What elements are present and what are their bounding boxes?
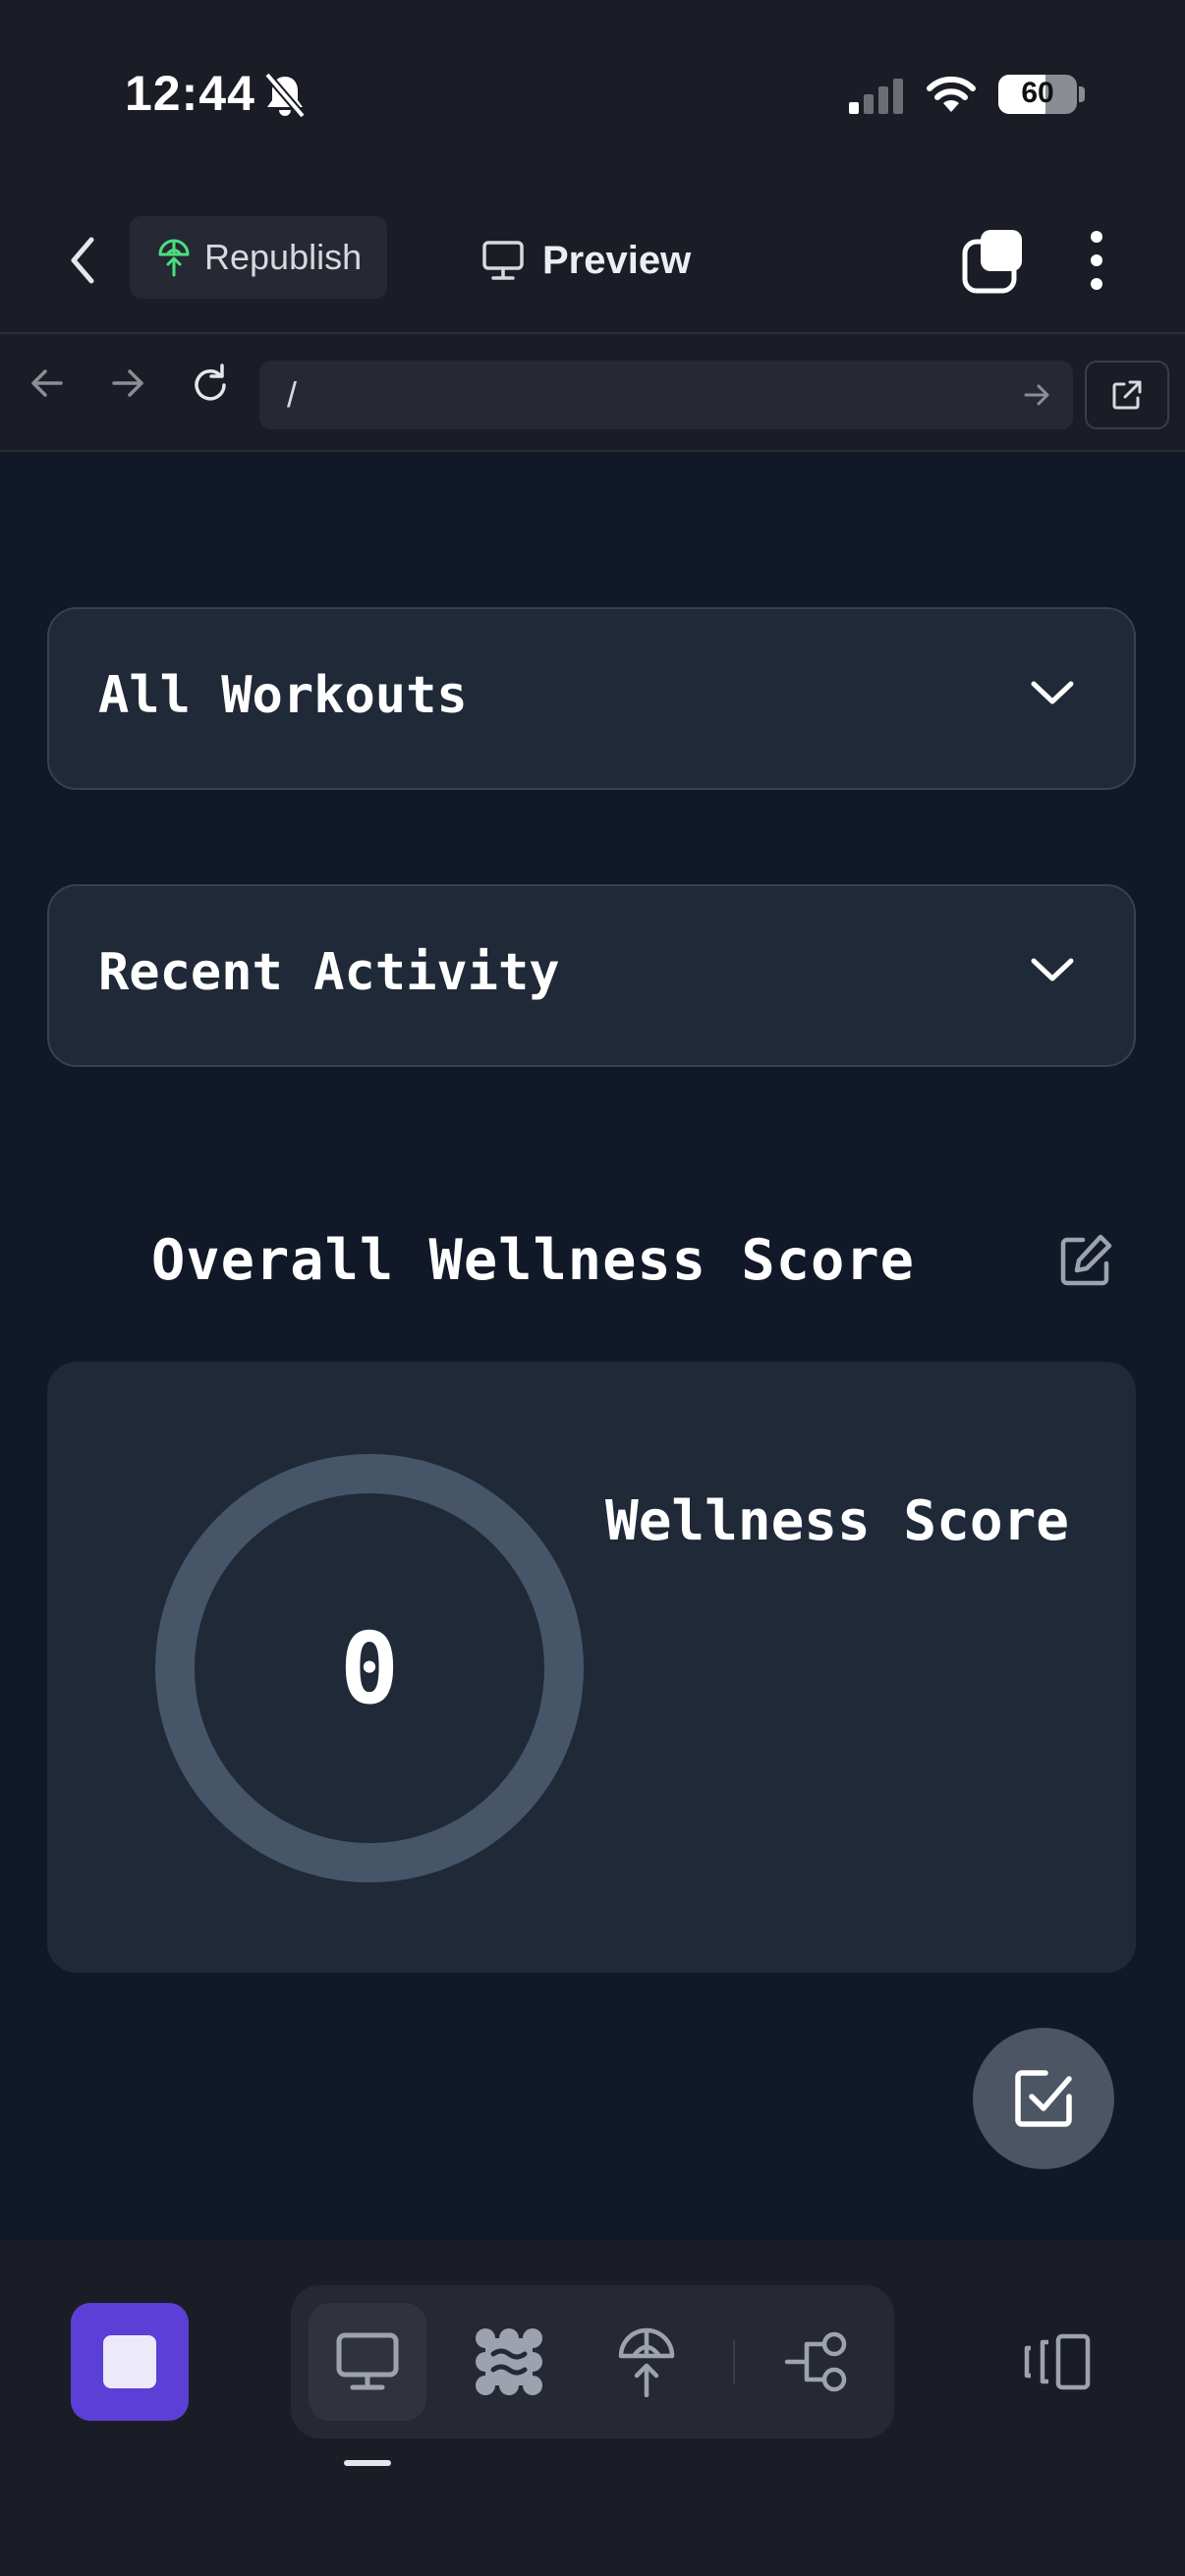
open-external-button[interactable]	[1085, 361, 1169, 429]
status-time: 12:44	[125, 66, 255, 121]
all-workouts-dropdown[interactable]: All Workouts	[47, 607, 1136, 790]
monitor-icon	[482, 241, 524, 280]
wellness-score-card: 0 Wellness Score	[47, 1362, 1136, 1973]
url-path: /	[287, 374, 298, 415]
reload-icon[interactable]	[189, 364, 232, 407]
battery-nub	[1079, 86, 1085, 102]
active-mode-indicator	[344, 2460, 391, 2466]
arrow-right-icon[interactable]	[108, 364, 147, 403]
dropdown-label: All Workouts	[98, 666, 468, 725]
flow-icon	[784, 2331, 847, 2392]
tabs-icon[interactable]	[961, 226, 1026, 295]
assets-icon	[476, 2328, 542, 2395]
app-preview: All Workouts Recent Activity Overall Wel…	[0, 452, 1185, 2240]
back-chevron-icon	[71, 237, 94, 284]
desktop-icon	[336, 2332, 399, 2390]
battery-level: 60	[1021, 77, 1054, 109]
arrow-left-icon[interactable]	[28, 364, 67, 403]
preview-label: Preview	[542, 238, 692, 282]
republish-button[interactable]: Republish	[130, 216, 387, 299]
mode-divider	[733, 2340, 735, 2383]
wifi-icon	[927, 76, 976, 112]
republish-icon	[158, 239, 190, 277]
more-vertical-icon	[1091, 231, 1102, 290]
edit-icon[interactable]	[1057, 1232, 1114, 1289]
device-toggle-button[interactable]	[1014, 2303, 1099, 2421]
back-button[interactable]	[57, 226, 108, 295]
recent-activity-dropdown[interactable]: Recent Activity	[47, 884, 1136, 1067]
checkbox-icon	[1015, 2070, 1072, 2127]
device-icon	[1024, 2333, 1091, 2390]
chevron-down-icon	[1031, 681, 1074, 704]
flow-mode-button[interactable]	[759, 2303, 876, 2421]
preview-button[interactable]: Preview	[481, 226, 691, 295]
republish-label: Republish	[204, 237, 363, 277]
battery-indicator: 60	[998, 75, 1077, 114]
bottom-bar	[0, 2240, 1185, 2576]
status-bar: 12:44 60	[0, 0, 1185, 187]
deploy-mode-button[interactable]	[588, 2303, 705, 2421]
url-bar: /	[0, 332, 1185, 452]
more-options-button[interactable]	[1077, 226, 1116, 295]
checklist-fab[interactable]	[973, 2028, 1114, 2169]
stop-icon	[103, 2335, 156, 2388]
dropdown-label: Recent Activity	[98, 943, 560, 1002]
mode-switcher	[291, 2285, 894, 2438]
stop-button[interactable]	[71, 2303, 189, 2421]
score-label: Wellness Score	[605, 1489, 1070, 1553]
chevron-down-icon	[1031, 958, 1074, 981]
url-input[interactable]: /	[259, 361, 1073, 429]
editor-toolbar: Republish Preview	[0, 187, 1185, 332]
score-value: 0	[339, 1610, 400, 1726]
section-title: Overall Wellness Score	[151, 1228, 915, 1293]
signal-icon	[849, 79, 903, 114]
mute-bell-icon	[263, 72, 307, 119]
go-arrow-icon[interactable]	[1022, 380, 1051, 410]
open-external-icon	[1112, 380, 1142, 410]
desktop-mode-button[interactable]	[309, 2303, 426, 2421]
deploy-icon	[618, 2327, 675, 2397]
assets-mode-button[interactable]	[450, 2303, 568, 2421]
